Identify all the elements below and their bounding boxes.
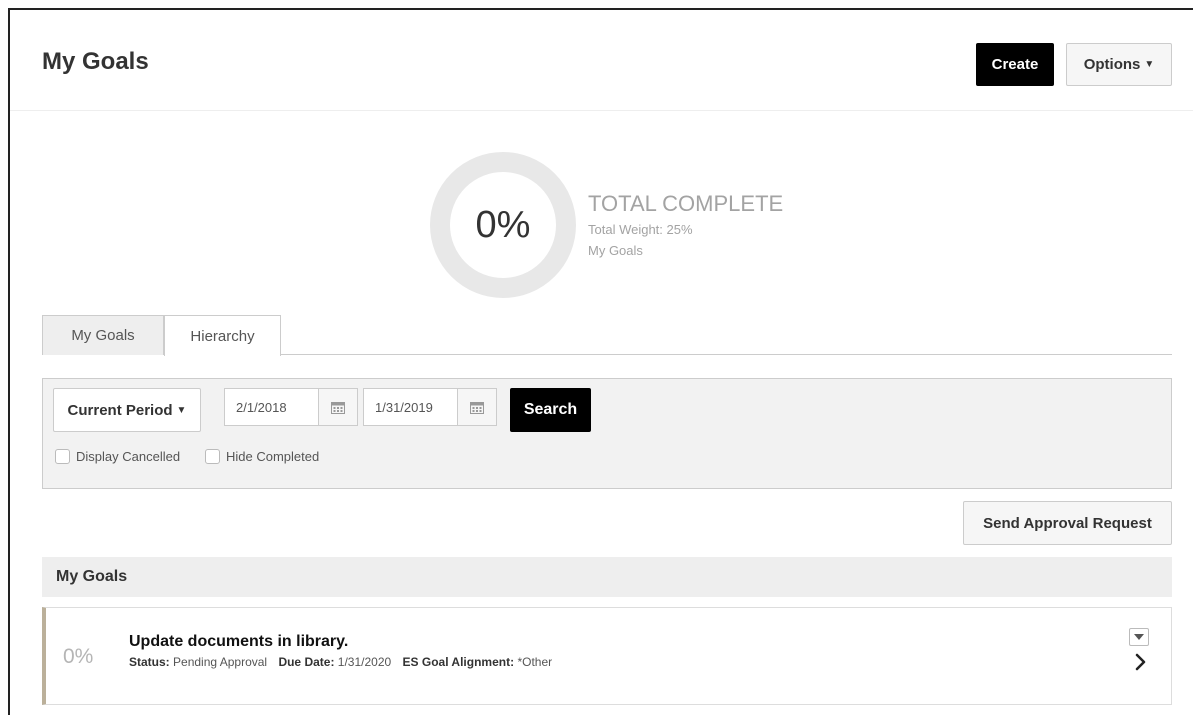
calendar-icon: [470, 401, 484, 414]
due-date-label: Due Date:: [278, 655, 335, 669]
display-cancelled-label: Display Cancelled: [76, 449, 181, 464]
send-approval-request-button[interactable]: Send Approval Request: [963, 501, 1172, 545]
display-cancelled-checkbox[interactable]: Display Cancelled: [55, 449, 180, 464]
options-label: Options: [1083, 56, 1141, 73]
create-button[interactable]: Create: [976, 43, 1054, 86]
hide-completed-checkbox[interactable]: Hide Completed: [205, 449, 319, 464]
goal-title[interactable]: Update documents in library.: [129, 633, 348, 651]
goal-percent: 0%: [63, 645, 94, 668]
status-value: Pending Approval: [173, 655, 268, 669]
total-complete-label: TOTAL COMPLETE: [588, 191, 784, 216]
caret-down-icon: ▼: [176, 404, 187, 416]
goal-row[interactable]: 0% Update documents in library. Status: …: [42, 607, 1172, 705]
alignment-label: ES Goal Alignment:: [402, 655, 515, 669]
section-title: My Goals: [56, 568, 128, 585]
tab-hierarchy[interactable]: Hierarchy: [164, 315, 281, 356]
caret-down-icon: [1134, 634, 1144, 640]
search-button[interactable]: Search: [510, 388, 591, 432]
checkbox-box[interactable]: [55, 449, 70, 464]
goal-meta: Status: Pending Approval Due Date: 1/31/…: [129, 655, 552, 669]
total-percent: 0%: [475, 204, 531, 246]
total-weight-label: Total Weight: 25%: [588, 222, 693, 237]
filter-panel: Current Period ▼ 2/1/2018 1/31/2019 Searc…: [42, 378, 1172, 489]
goals-section-header: My Goals: [42, 557, 1172, 597]
calendar-icon: [331, 401, 345, 414]
start-date-picker-button[interactable]: [318, 388, 358, 426]
caret-down-icon: ▼: [1144, 59, 1155, 70]
end-date-picker-button[interactable]: [457, 388, 497, 426]
start-date-input[interactable]: 2/1/2018: [224, 388, 319, 426]
status-label: Status:: [129, 655, 170, 669]
summary-sub-label: My Goals: [588, 243, 643, 258]
chevron-right-icon[interactable]: [1132, 652, 1148, 672]
alignment-value: *Other: [517, 655, 553, 669]
goals-frame: My Goals Create Options ▼ 0% TOTAL COMPLE…: [8, 8, 1193, 715]
page-title: My Goals: [42, 48, 149, 75]
period-label: Current Period: [67, 401, 173, 419]
tab-my-goals[interactable]: My Goals: [42, 315, 164, 355]
due-date-value: 1/31/2020: [337, 655, 392, 669]
period-dropdown[interactable]: Current Period ▼: [53, 388, 201, 432]
options-button[interactable]: Options ▼: [1066, 43, 1172, 86]
goal-menu-button[interactable]: [1129, 628, 1149, 646]
end-date-input[interactable]: 1/31/2019: [363, 388, 458, 426]
hide-completed-label: Hide Completed: [226, 449, 320, 464]
page-header: My Goals Create Options ▼: [10, 10, 1193, 111]
checkbox-box[interactable]: [205, 449, 220, 464]
